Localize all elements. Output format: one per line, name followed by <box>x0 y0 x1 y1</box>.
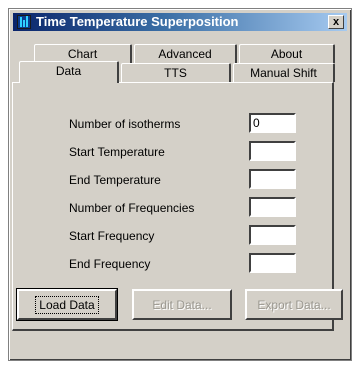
start-frequency-label: Start Frequency <box>69 229 155 243</box>
end-temperature-label: End Temperature <box>69 173 161 187</box>
export-data-button[interactable]: Export Data... <box>245 289 343 320</box>
load-data-button[interactable]: Load Data <box>16 288 118 321</box>
tab-data-label: Data <box>55 64 82 78</box>
export-data-label: Export Data... <box>257 297 331 312</box>
edit-data-label: Edit Data... <box>152 297 212 312</box>
end-frequency-field[interactable] <box>249 253 296 273</box>
window-title: Time Temperature Superposition <box>36 14 239 29</box>
tab-chart-label: Chart <box>67 47 98 61</box>
tab-advanced[interactable]: Advanced <box>134 44 237 63</box>
isotherms-label: Number of isotherms <box>69 117 181 131</box>
load-data-label: Load Data <box>35 295 99 314</box>
app-icon <box>17 15 31 29</box>
tab-advanced-label: Advanced <box>158 47 212 61</box>
start-temperature-field[interactable] <box>249 141 296 161</box>
close-icon: x <box>332 16 340 28</box>
start-temperature-label: Start Temperature <box>69 145 165 159</box>
isotherms-field[interactable] <box>249 113 296 133</box>
tab-tts[interactable]: TTS <box>121 63 231 82</box>
tab-tts-label: TTS <box>164 66 187 80</box>
number-of-frequencies-field[interactable] <box>249 197 296 217</box>
tab-manual-shift[interactable]: Manual Shift <box>233 63 335 82</box>
start-frequency-field[interactable] <box>249 225 296 245</box>
title-bar[interactable]: Time Temperature Superposition x <box>13 13 347 31</box>
tab-manual-shift-label: Manual Shift <box>250 66 317 80</box>
edit-data-button[interactable]: Edit Data... <box>132 289 232 320</box>
tab-about[interactable]: About <box>239 44 335 63</box>
close-button[interactable]: x <box>328 15 344 29</box>
tab-about-label: About <box>270 47 303 61</box>
number-of-frequencies-label: Number of Frequencies <box>69 201 195 215</box>
tab-data[interactable]: Data <box>19 61 119 83</box>
end-frequency-label: End Frequency <box>69 257 151 271</box>
end-temperature-field[interactable] <box>249 169 296 189</box>
